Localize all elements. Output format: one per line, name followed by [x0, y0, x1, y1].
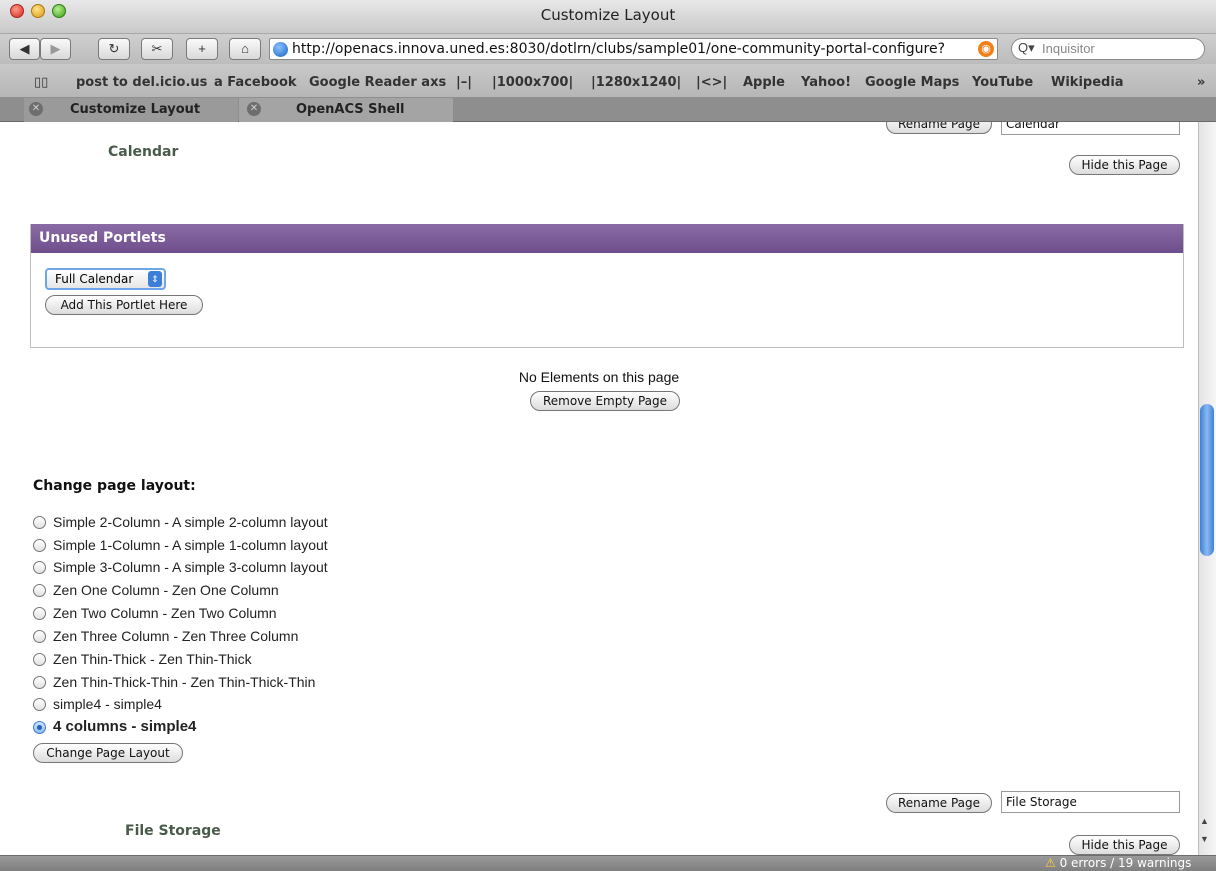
- radio-button[interactable]: [33, 653, 46, 666]
- forward-arrow-icon: ▶: [50, 41, 61, 56]
- radio-button[interactable]: [33, 607, 46, 620]
- address-bar[interactable]: http://openacs.innova.uned.es:8030/dotlr…: [269, 38, 998, 60]
- bookmarks-overflow-icon[interactable]: »: [1197, 75, 1205, 90]
- bookmarks-bar: ▯▯ post to del.icio.us a Facebook Google…: [0, 64, 1216, 98]
- radio-button[interactable]: [33, 630, 46, 643]
- search-input[interactable]: Inquisitor: [1011, 38, 1205, 60]
- bookmark-item[interactable]: |1280x1240|: [591, 75, 681, 90]
- close-tab-icon[interactable]: ✕: [29, 102, 43, 116]
- page-name-input[interactable]: File Storage: [1001, 791, 1180, 813]
- radio-button[interactable]: [33, 676, 46, 689]
- scrollbar-thumb[interactable]: [1200, 404, 1214, 556]
- scroll-down-icon[interactable]: ▼: [1200, 834, 1209, 844]
- close-tab-icon[interactable]: ✕: [247, 102, 261, 116]
- unused-portlets-header: Unused Portlets: [31, 224, 1183, 253]
- remove-empty-page-button[interactable]: Remove Empty Page: [530, 391, 680, 411]
- forward-button[interactable]: ▶: [40, 38, 71, 60]
- tab-openacs-shell[interactable]: ✕ OpenACS Shell: [239, 98, 453, 122]
- bookmark-item[interactable]: Apple: [743, 75, 785, 90]
- radio-button[interactable]: [33, 698, 46, 711]
- rename-page-button[interactable]: Rename Page: [886, 793, 992, 813]
- radio-button[interactable]: [33, 584, 46, 597]
- back-arrow-icon: ◀: [19, 41, 30, 56]
- bookmark-item[interactable]: Google Reader axs: [309, 75, 446, 90]
- layout-heading: Change page layout:: [33, 478, 196, 494]
- radio-button[interactable]: [33, 539, 46, 552]
- no-elements-text: No Elements on this page: [518, 369, 680, 385]
- radio-button[interactable]: [33, 516, 46, 529]
- bookmark-item[interactable]: |1000x700|: [492, 75, 573, 90]
- add-portlet-button[interactable]: Add This Portlet Here: [45, 295, 203, 315]
- home-icon: ⌂: [241, 41, 249, 56]
- add-bookmark-button[interactable]: +: [186, 38, 218, 60]
- bookmark-item[interactable]: Wikipedia: [1051, 75, 1124, 90]
- page-title-file-storage: File Storage: [125, 823, 221, 839]
- home-button[interactable]: ⌂: [229, 38, 261, 60]
- warning-icon: ⚠: [1045, 856, 1056, 870]
- scroll-up-icon[interactable]: ▲: [1200, 816, 1209, 826]
- bookmark-item[interactable]: a Facebook: [214, 75, 297, 90]
- snapshot-button[interactable]: ✂: [141, 38, 173, 60]
- bookmark-item[interactable]: post to del.icio.us: [76, 75, 207, 90]
- bookmark-item[interactable]: Yahoo!: [801, 75, 851, 90]
- select-arrows-icon: ⇕: [148, 271, 162, 287]
- bookmark-item[interactable]: |<>|: [696, 75, 727, 90]
- radio-button[interactable]: [33, 561, 46, 574]
- hide-page-button[interactable]: Hide this Page: [1069, 835, 1180, 855]
- site-globe-icon: [273, 42, 288, 57]
- back-button[interactable]: ◀: [9, 38, 40, 60]
- status-bar: [0, 855, 1216, 871]
- search-icon: Q▾: [1018, 40, 1035, 55]
- bookmark-item[interactable]: |–|: [456, 75, 472, 90]
- change-layout-button[interactable]: Change Page Layout: [33, 743, 183, 763]
- bookmark-item[interactable]: Google Maps: [865, 75, 959, 90]
- radio-button-checked[interactable]: [33, 721, 46, 734]
- hide-page-button[interactable]: Hide this Page: [1069, 155, 1180, 175]
- reload-icon: ↻: [108, 41, 120, 56]
- reload-button[interactable]: ↻: [98, 38, 130, 60]
- page-title-calendar: Calendar: [108, 144, 179, 160]
- rss-icon[interactable]: ◉: [978, 41, 994, 57]
- bookmarks-book-icon[interactable]: ▯▯: [34, 75, 48, 90]
- bookmark-item[interactable]: YouTube: [972, 75, 1033, 90]
- window-title: Customize Layout: [540, 6, 676, 24]
- tab-customize-layout[interactable]: ✕ Customize Layout: [24, 98, 238, 122]
- snapshot-icon: ✂: [151, 41, 163, 56]
- status-text[interactable]: ⚠ 0 errors / 19 warnings: [1045, 856, 1191, 870]
